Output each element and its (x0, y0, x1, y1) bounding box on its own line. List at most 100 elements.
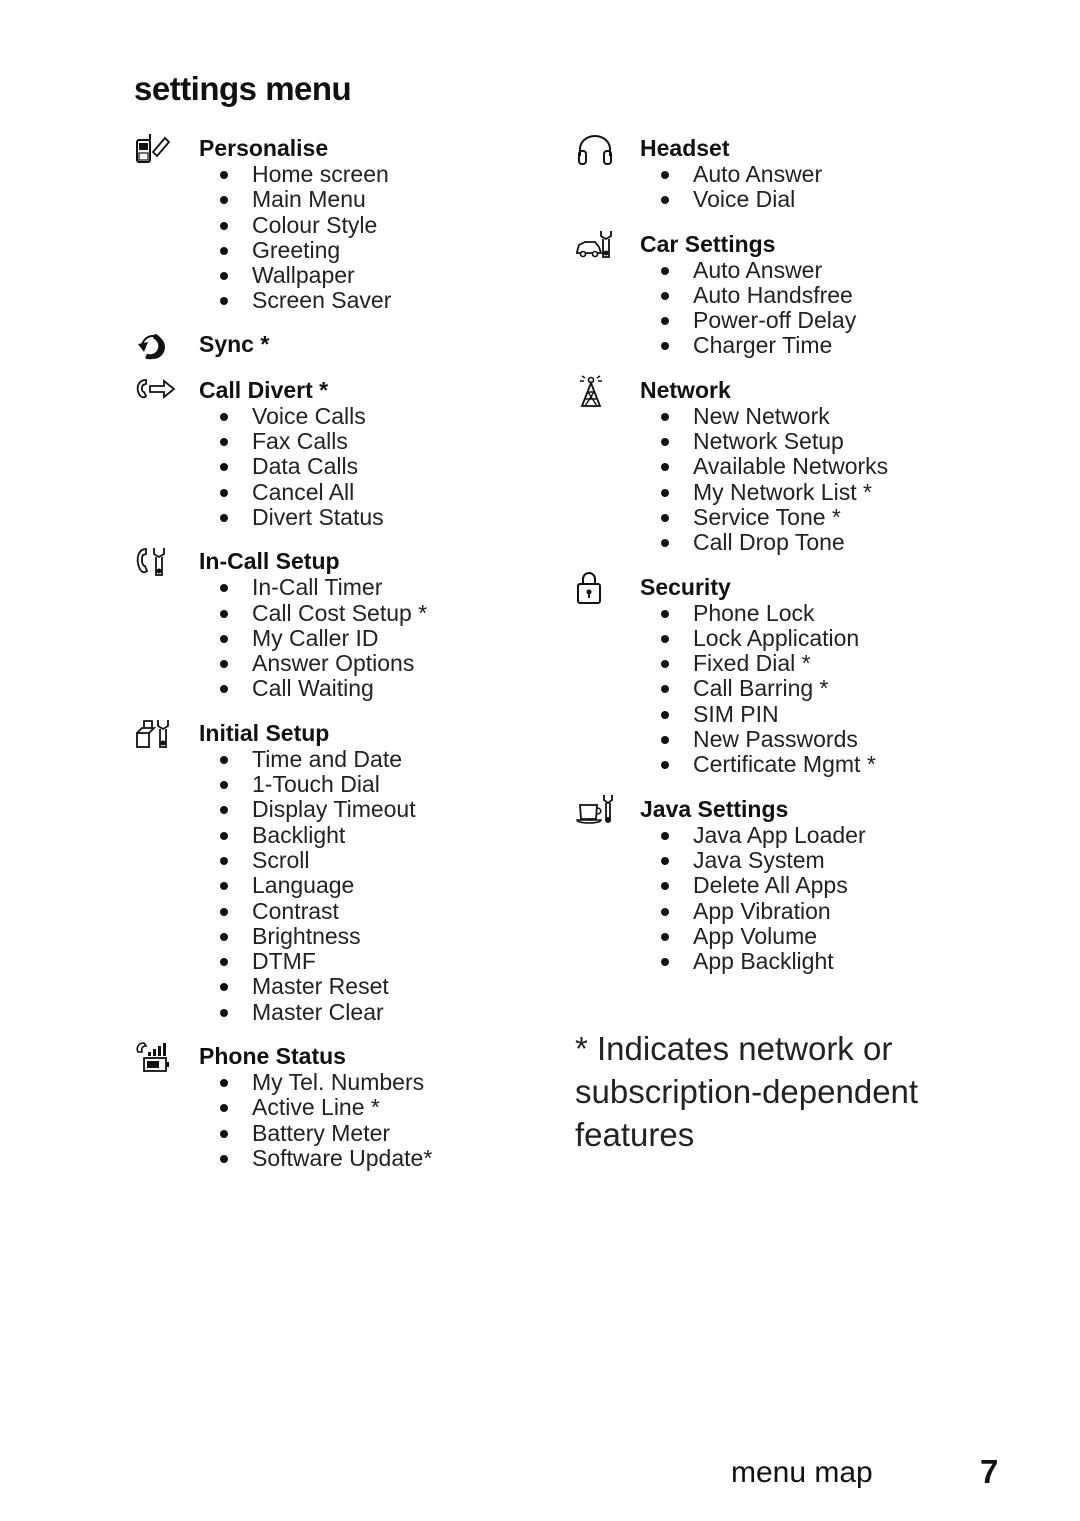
menu-item: Call Cost Setup * (199, 600, 554, 626)
menu-item: Java System (640, 847, 995, 873)
section-title: Personalise (199, 135, 329, 161)
section-headset: Headset Auto Answer Voice Dial (575, 134, 995, 213)
menu-item: SIM PIN (640, 701, 995, 727)
menu-item: Active Line * (199, 1095, 554, 1120)
menu-item: Home screen (199, 161, 554, 187)
menu-item-list: Phone Lock Lock Application Fixed Dial * Ca… (640, 600, 995, 778)
menu-item: Call Drop Tone (640, 529, 995, 555)
menu-item: Wallpaper (199, 262, 554, 288)
menu-item: Auto Answer (640, 257, 995, 283)
network-tower-icon (575, 374, 617, 408)
menu-item: Fixed Dial * (640, 650, 995, 676)
menu-item: Greeting (199, 237, 554, 263)
phone-pen-icon (134, 132, 176, 166)
menu-item-list: Auto Answer Voice Dial (640, 161, 995, 213)
footnote: * Indicates network or subscription-depe… (575, 1030, 919, 1153)
section-sync: Sync * (134, 330, 554, 359)
page-number: 7 (980, 1453, 999, 1490)
menu-item: Battery Meter (199, 1120, 554, 1146)
right-column: Headset Auto Answer Voice Dial Car Settings… (575, 134, 995, 974)
section-car-settings: Car Settings Auto Answer Auto Handsfree Pow… (575, 230, 995, 359)
section-security: Security Phone Lock Lock Application Fixed … (575, 571, 995, 778)
menu-item: App Volume (640, 923, 995, 949)
menu-item: Divert Status (199, 504, 554, 530)
menu-item: Network Setup (640, 428, 995, 454)
menu-item: Time and Date (199, 746, 554, 772)
menu-item: App Vibration (640, 898, 995, 924)
section-network: Network New Network Network Setup Available… (575, 374, 995, 556)
menu-item: Answer Options (199, 650, 554, 676)
section-java-settings: Java Settings Java App Loader Java System D… (575, 793, 995, 975)
call-divert-icon (134, 374, 176, 408)
menu-item: Language (199, 872, 554, 898)
menu-item: Java App Loader (640, 822, 995, 848)
menu-item: Voice Calls (199, 403, 554, 429)
menu-item: Lock Application (640, 625, 995, 651)
menu-item: Contrast (199, 898, 554, 924)
menu-item: New Passwords (640, 726, 995, 752)
menu-item: My Tel. Numbers (199, 1069, 554, 1095)
menu-item: My Caller ID (199, 625, 554, 651)
menu-item: Data Calls (199, 454, 554, 479)
menu-item: Backlight (199, 822, 554, 848)
menu-item: Call Waiting (199, 676, 554, 701)
menu-item: App Backlight (640, 948, 995, 974)
section-title: Sync * (199, 330, 270, 357)
menu-item: Call Barring * (640, 676, 995, 701)
section-call-divert: Call Divert * Voice Calls Fax Calls Data Ca… (134, 376, 554, 530)
menu-item: DTMF (199, 948, 554, 974)
menu-item-list: Voice Calls Fax Calls Data Calls Cancel All… (199, 403, 554, 530)
section-title: Car Settings (640, 230, 776, 257)
menu-item: Master Clear (199, 999, 554, 1025)
section-title: Call Divert * (199, 376, 329, 403)
menu-item: Master Reset (199, 974, 554, 999)
menu-item: Screen Saver (199, 288, 554, 313)
menu-item-list: Time and Date 1-Touch Dial Display Timeout… (199, 746, 554, 1025)
java-settings-icon (575, 793, 617, 827)
menu-item: Service Tone * (640, 504, 995, 530)
section-phone-status: Phone Status My Tel. Numbers Active Line *… (134, 1042, 554, 1171)
section-title: Phone Status (199, 1043, 346, 1070)
menu-item: Display Timeout (199, 797, 554, 822)
menu-item-list: My Tel. Numbers Active Line * Battery Mete… (199, 1069, 554, 1171)
menu-item: My Network List * (640, 479, 995, 505)
menu-item: Available Networks (640, 454, 995, 479)
section-title: Headset (640, 135, 730, 161)
section-title: In-Call Setup (199, 548, 340, 575)
sync-icon (134, 328, 176, 362)
section-title: Security (640, 573, 731, 600)
menu-item: Brightness (199, 923, 554, 949)
in-call-setup-icon (134, 545, 176, 579)
page-title: settings menu (134, 70, 352, 107)
headset-icon (575, 132, 617, 166)
menu-item-list: Java App Loader Java System Delete All App… (640, 822, 995, 975)
menu-item: Colour Style (199, 212, 554, 238)
section-initial-setup: Initial Setup Time and Date 1-Touch Dial Di… (134, 719, 554, 1025)
menu-item-list: Home screen Main Menu Colour Style Greeting… (199, 161, 554, 314)
menu-item: Auto Answer (640, 161, 995, 187)
section-title: Initial Setup (199, 719, 330, 746)
menu-item: Main Menu (199, 186, 554, 212)
menu-item: New Network (640, 403, 995, 429)
menu-item: Delete All Apps (640, 872, 995, 898)
menu-item-list: In-Call Timer Call Cost Setup * My Caller … (199, 574, 554, 701)
menu-item: Auto Handsfree (640, 282, 995, 308)
menu-item: In-Call Timer (199, 574, 554, 600)
menu-item: Phone Lock (640, 600, 995, 626)
section-personalise: Personalise Home screen Main Menu Colour St… (134, 134, 554, 314)
initial-setup-icon (134, 717, 176, 751)
menu-item: Voice Dial (640, 186, 995, 212)
car-settings-icon (575, 228, 617, 262)
left-column: Personalise Home screen Main Menu Colour St… (134, 134, 554, 1171)
padlock-icon (575, 571, 617, 605)
phone-status-icon (134, 1040, 176, 1074)
menu-item: Certificate Mgmt * (640, 752, 995, 777)
section-title: Java Settings (640, 795, 789, 822)
menu-item: Cancel All (199, 479, 554, 505)
section-title: Network (640, 376, 731, 403)
menu-item: Power-off Delay (640, 307, 995, 333)
footer-section-label: menu map (731, 1456, 873, 1489)
menu-item: Scroll (199, 847, 554, 873)
menu-item-list: Auto Answer Auto Handsfree Power-off Delay… (640, 257, 995, 359)
menu-item: Charger Time (640, 333, 995, 358)
